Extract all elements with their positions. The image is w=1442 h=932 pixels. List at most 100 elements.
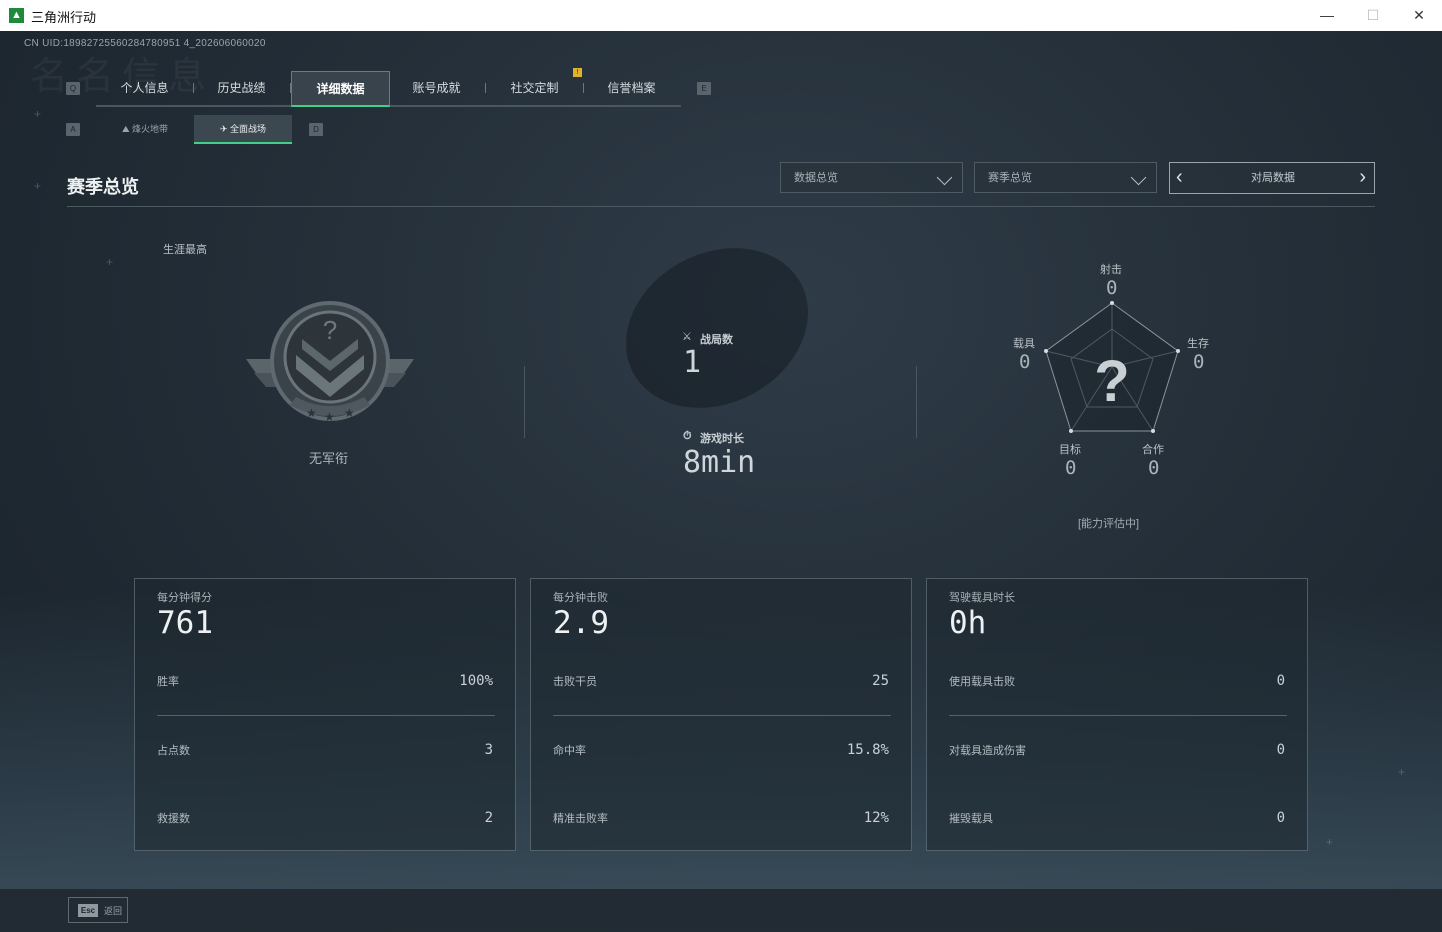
row-label: 对载具造成伤害 bbox=[949, 745, 1026, 757]
row-value: 100% bbox=[459, 673, 493, 689]
row-value: 12% bbox=[863, 810, 889, 826]
card-value: 0h bbox=[949, 605, 987, 641]
tab-detailed-data[interactable]: 详细数据 bbox=[291, 71, 390, 107]
tab-social-custom[interactable]: 社交定制 bbox=[486, 71, 583, 105]
decor-cross-icon: + bbox=[34, 179, 42, 193]
career-highest-label: 生涯最高 bbox=[163, 244, 207, 256]
row-label: 使用载具击败 bbox=[949, 676, 1015, 688]
tab-achievements[interactable]: 账号成就 bbox=[388, 71, 485, 105]
rank-badge-icon: ? ★ ★ ★ bbox=[246, 301, 414, 424]
play-time-label: 游戏时长 bbox=[700, 433, 744, 445]
decor-cross-icon: + bbox=[106, 255, 114, 269]
stat-card-vehicle: 驾驶载具时长 0h 使用载具击败 0 对载具造成伤害 0 摧毁载具 0 bbox=[926, 578, 1308, 851]
radar-label-vehicle: 载具 bbox=[1013, 338, 1035, 350]
ability-radar-chart: ? bbox=[1044, 301, 1180, 433]
tab-personal-info[interactable]: 个人信息 bbox=[96, 71, 193, 105]
back-label: 返回 bbox=[104, 906, 123, 916]
chevron-right-icon[interactable]: › bbox=[1359, 167, 1366, 187]
esc-key-hint: Esc bbox=[78, 904, 98, 917]
section-title: 赛季总览 bbox=[67, 177, 139, 197]
subtab-fire-zone-label: 烽火地带 bbox=[132, 124, 169, 134]
vertical-divider bbox=[916, 366, 917, 438]
battles-value: 1 bbox=[683, 345, 702, 380]
card-title: 驾驶载具时长 bbox=[949, 592, 1015, 604]
row-value: 2 bbox=[484, 810, 493, 826]
uid-label: CN UID:18982725560284780951 4_2026060600… bbox=[24, 38, 266, 49]
decor-cross-icon: + bbox=[1326, 835, 1334, 849]
main-tab-bar: 个人信息 历史战绩 详细数据 账号成就 社交定制 信誉档案 bbox=[96, 71, 681, 107]
radar-label-survival: 生存 bbox=[1187, 338, 1209, 350]
svg-text:★: ★ bbox=[306, 406, 317, 420]
radar-label-shooting: 射击 bbox=[1100, 264, 1122, 276]
card-value: 761 bbox=[157, 605, 213, 641]
close-button[interactable]: ✕ bbox=[1396, 0, 1442, 31]
key-hint-d: D bbox=[309, 123, 323, 136]
section-divider bbox=[67, 206, 1375, 207]
row-label: 胜率 bbox=[157, 676, 179, 688]
card-title: 每分钟得分 bbox=[157, 592, 212, 604]
radar-value-shooting: 0 bbox=[1106, 277, 1118, 299]
chevron-down-icon bbox=[1130, 169, 1147, 186]
background-dish-silhouette bbox=[597, 217, 837, 439]
row-value: 3 bbox=[484, 742, 493, 758]
pager-label: 对局数据 bbox=[1251, 172, 1295, 184]
maximize-button[interactable]: ☐ bbox=[1350, 0, 1396, 31]
row-label: 占点数 bbox=[157, 745, 190, 757]
chevron-down-icon bbox=[936, 169, 953, 186]
dropdown-label: 数据总览 bbox=[794, 172, 838, 184]
window-titlebar: ▲ 三角洲行动 — ☐ ✕ bbox=[0, 0, 1442, 32]
row-label: 命中率 bbox=[553, 745, 586, 757]
radar-value-survival: 0 bbox=[1193, 351, 1205, 373]
radar-center-glyph: ? bbox=[1094, 349, 1129, 414]
fire-zone-icon: ⛰ bbox=[121, 124, 130, 134]
battlefield-icon: ✈ bbox=[219, 124, 228, 134]
decor-cross-icon: + bbox=[34, 107, 42, 121]
swords-icon: ⚔ bbox=[682, 331, 692, 343]
data-overview-dropdown[interactable]: 数据总览 bbox=[780, 162, 963, 193]
battles-label: 战局数 bbox=[700, 334, 733, 346]
bottom-bar bbox=[0, 889, 1442, 932]
key-hint-q: Q bbox=[66, 82, 80, 95]
season-overview-dropdown[interactable]: 赛季总览 bbox=[974, 162, 1157, 193]
subtab-battlefield[interactable]: ✈ 全面战场 bbox=[194, 115, 292, 144]
subtab-fire-zone[interactable]: ⛰ 烽火地带 bbox=[97, 115, 193, 143]
match-data-pager: 对局数据 ‹ › bbox=[1169, 162, 1375, 194]
card-value: 2.9 bbox=[553, 605, 609, 641]
minimize-button[interactable]: — bbox=[1304, 0, 1350, 31]
ability-evaluating-status: [能力评估中] bbox=[1078, 518, 1140, 530]
key-hint-a: A bbox=[66, 123, 80, 136]
dropdown-label: 赛季总览 bbox=[988, 172, 1032, 184]
stopwatch-icon: ⏱ bbox=[683, 430, 692, 442]
tab-match-history[interactable]: 历史战绩 bbox=[193, 71, 290, 105]
row-divider bbox=[949, 715, 1287, 716]
tab-credit-record[interactable]: 信誉档案 bbox=[583, 71, 680, 105]
row-label: 击败干员 bbox=[553, 676, 597, 688]
row-label: 摧毁载具 bbox=[949, 813, 993, 825]
stat-card-kills: 每分钟击败 2.9 击败干员 25 命中率 15.8% 精准击败率 12% bbox=[530, 578, 912, 851]
game-view: 名名信息 CN UID:18982725560284780951 4_20260… bbox=[0, 31, 1442, 932]
rank-name: 无军衔 bbox=[309, 451, 349, 466]
back-button[interactable]: Esc 返回 bbox=[68, 897, 128, 923]
delta-logo-icon: ▲ bbox=[9, 8, 24, 23]
radar-label-objective: 目标 bbox=[1059, 444, 1081, 456]
chevron-left-icon[interactable]: ‹ bbox=[1176, 167, 1183, 187]
radar-value-vehicle: 0 bbox=[1019, 351, 1031, 373]
row-value: 0 bbox=[1276, 810, 1285, 826]
radar-value-objective: 0 bbox=[1065, 457, 1077, 479]
radar-value-cooperation: 0 bbox=[1148, 457, 1160, 479]
radar-label-cooperation: 合作 bbox=[1142, 444, 1164, 456]
notification-badge: ! bbox=[573, 68, 582, 77]
row-divider bbox=[157, 715, 495, 716]
card-title: 每分钟击败 bbox=[553, 592, 608, 604]
row-divider bbox=[553, 715, 891, 716]
window-title: 三角洲行动 bbox=[31, 10, 97, 25]
play-time-value: 8min bbox=[683, 445, 756, 480]
stat-card-score: 每分钟得分 761 胜率 100% 占点数 3 救援数 2 bbox=[134, 578, 516, 851]
row-label: 精准击败率 bbox=[553, 813, 608, 825]
row-value: 15.8% bbox=[846, 742, 889, 758]
decor-cross-icon: + bbox=[1398, 765, 1406, 779]
row-value: 25 bbox=[872, 673, 889, 689]
svg-text:★: ★ bbox=[324, 410, 335, 424]
subtab-battlefield-label: 全面战场 bbox=[230, 124, 267, 134]
row-value: 0 bbox=[1276, 673, 1285, 689]
